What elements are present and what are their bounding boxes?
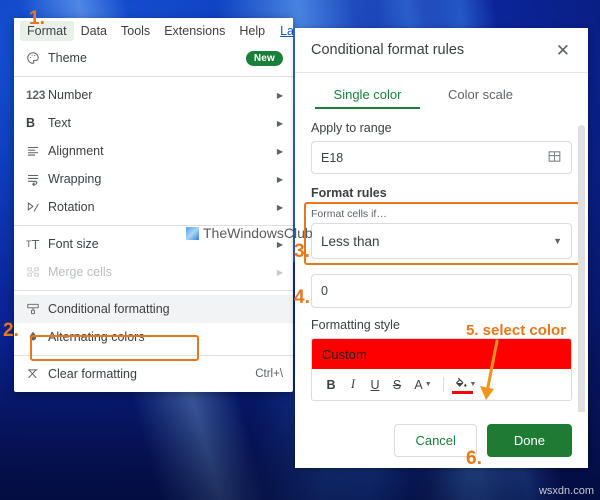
annotation-arrow-select-color <box>480 339 499 400</box>
